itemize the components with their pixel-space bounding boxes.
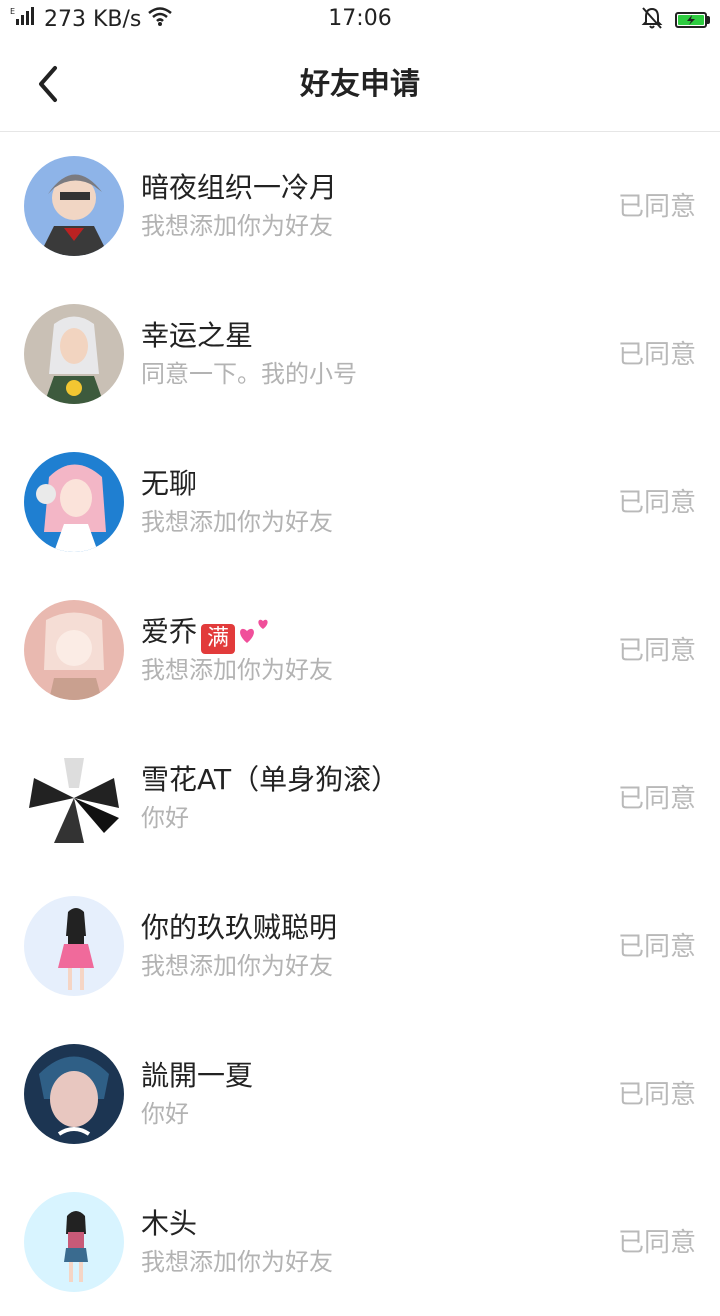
requester-name: 无聊 (141, 467, 198, 500)
request-status: 已同意 (617, 1228, 696, 1258)
header: 好友申请 (0, 38, 720, 132)
request-message: 你好 (141, 1100, 189, 1128)
request-message: 我想添加你为好友 (141, 508, 333, 536)
avatar[interactable] (24, 452, 124, 552)
avatar[interactable] (24, 1192, 124, 1292)
requester-name: 暗夜组织一冷月 (141, 171, 338, 204)
avatar[interactable] (24, 1044, 124, 1144)
friend-request-row[interactable]: 你的玖玖贼聪明 我想添加你为好友 已同意 (0, 872, 720, 1020)
friend-request-row[interactable]: 詤開一夏 你好 已同意 (0, 1020, 720, 1168)
friend-request-row[interactable]: 暗夜组织一冷月 我想添加你为好友 已同意 (0, 132, 720, 280)
requester-name: 爱乔满 (141, 614, 273, 656)
back-button[interactable] (24, 60, 72, 108)
request-status: 已同意 (617, 488, 696, 518)
avatar[interactable] (24, 304, 124, 404)
friend-request-list: 暗夜组织一冷月 我想添加你为好友 已同意 幸运之星 同意一下。我的小号 已同意 (0, 132, 720, 1316)
request-status: 已同意 (617, 636, 696, 666)
requester-name: 你的玖玖贼聪明 (141, 911, 338, 944)
status-bar: E 273 KB/s 17:06 (0, 0, 720, 38)
page-title: 好友申请 (300, 67, 420, 102)
mute-icon (641, 6, 663, 34)
battery-charging-icon (675, 12, 710, 28)
request-status: 已同意 (617, 340, 696, 370)
requester-name: 詤開一夏 (141, 1059, 254, 1092)
avatar[interactable] (24, 748, 124, 848)
request-message: 我想添加你为好友 (141, 952, 333, 980)
requester-name: 木头 (141, 1207, 198, 1240)
request-message: 我想添加你为好友 (141, 212, 333, 240)
request-status: 已同意 (617, 192, 696, 222)
friend-request-row[interactable]: 无聊 我想添加你为好友 已同意 (0, 428, 720, 576)
avatar[interactable] (24, 896, 124, 996)
friend-request-row[interactable]: 木头 我想添加你为好友 已同意 (0, 1168, 720, 1316)
request-status: 已同意 (617, 932, 696, 962)
status-time: 17:06 (328, 6, 392, 31)
request-message: 我想添加你为好友 (141, 656, 333, 684)
two-hearts-icon (237, 615, 273, 656)
avatar[interactable] (24, 156, 124, 256)
chevron-left-icon (39, 66, 57, 102)
avatar[interactable] (24, 600, 124, 700)
friend-request-row[interactable]: 雪花AT（单身狗滚） 你好 已同意 (0, 724, 720, 872)
requester-name: 雪花AT（单身狗滚） (141, 763, 400, 796)
friend-request-row[interactable]: 爱乔满 我想添加你为好友 已同意 (0, 576, 720, 724)
request-message: 同意一下。我的小号 (141, 360, 357, 388)
requester-name: 幸运之星 (141, 319, 254, 352)
request-status: 已同意 (617, 784, 696, 814)
request-status: 已同意 (617, 1080, 696, 1110)
friend-request-row[interactable]: 幸运之星 同意一下。我的小号 已同意 (0, 280, 720, 428)
request-message: 你好 (141, 804, 189, 832)
status-right (641, 6, 710, 34)
request-message: 我想添加你为好友 (141, 1248, 333, 1276)
full-badge-icon: 满 (201, 624, 236, 654)
